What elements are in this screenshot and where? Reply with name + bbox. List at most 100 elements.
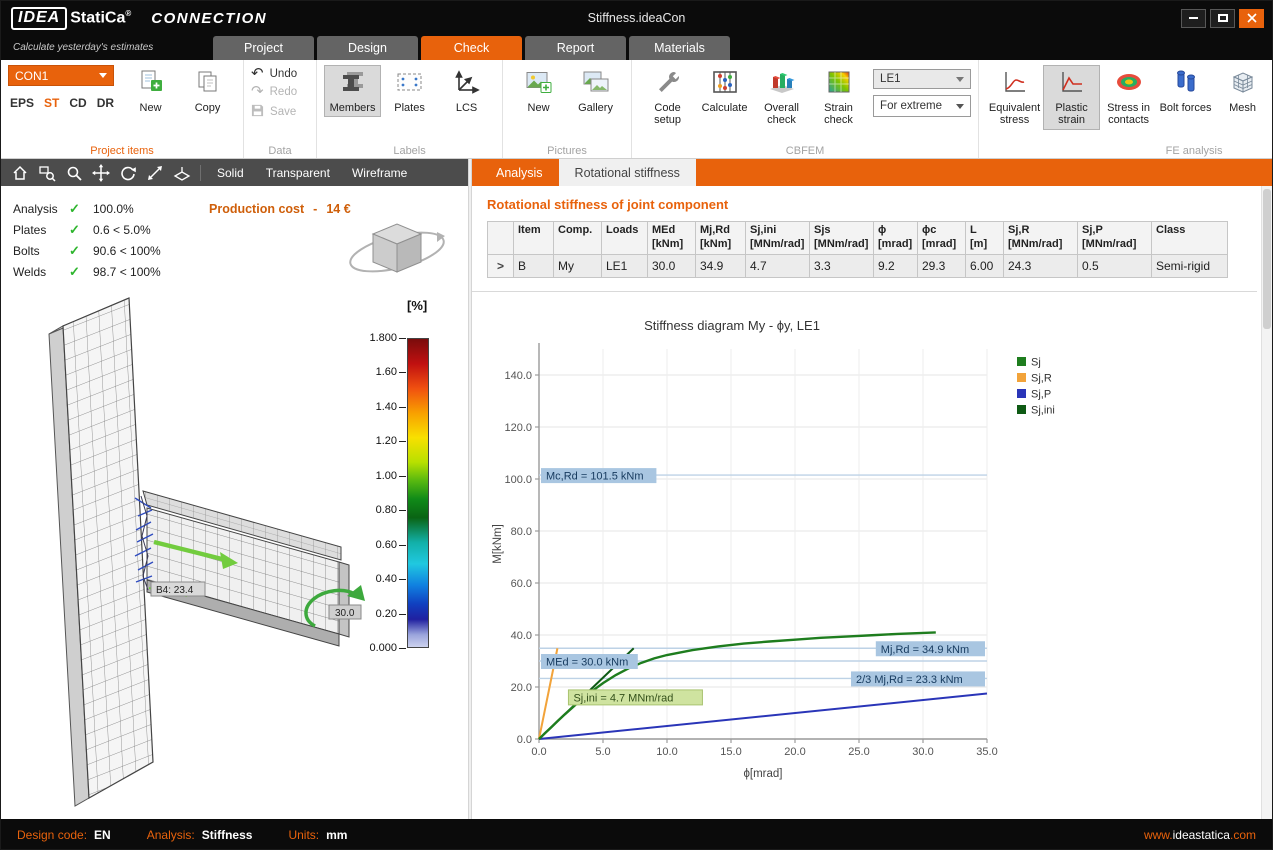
undo-button[interactable]: ↶ Undo <box>251 68 309 80</box>
svg-text:140.0: 140.0 <box>504 370 532 382</box>
gallery-button[interactable]: Gallery <box>567 65 624 117</box>
ribbon-group-labels: Members Plates LCS Labels <box>317 60 503 158</box>
calculate-button[interactable]: Calculate <box>696 65 753 117</box>
plates-toggle[interactable]: Plates <box>381 65 438 117</box>
redo-button[interactable]: ↷ Redo <box>251 86 309 98</box>
zoom-window-icon <box>38 164 56 182</box>
work-plane-button[interactable] <box>169 161 194 184</box>
tab-materials[interactable]: Materials <box>629 36 730 60</box>
model-canvas[interactable]: Analysis ✓ 100.0% Plates ✓ 0.6 < 5.0% Bo… <box>1 186 468 819</box>
svg-text:Sj,P: Sj,P <box>1031 388 1051 400</box>
row-expander[interactable]: > <box>488 254 514 277</box>
mode-dr[interactable]: DR <box>97 96 114 110</box>
extreme-selector[interactable]: For extreme <box>873 95 971 117</box>
new-item-button[interactable]: New <box>122 65 179 117</box>
ribbon-group-data: ↶ Undo ↷ Redo Save Data <box>244 60 317 158</box>
viewport-3d: Solid Transparent Wireframe Analysis ✓ 1… <box>1 159 468 819</box>
code-setup-button[interactable]: Code setup <box>639 65 696 130</box>
titlebar: IDEA StatiCa® CONNECTION Stiffness.ideaC… <box>1 1 1272 35</box>
save-button[interactable]: Save <box>251 104 309 120</box>
display-mode-wireframe[interactable]: Wireframe <box>342 163 417 183</box>
strain-check-button[interactable]: Strain check <box>810 65 867 130</box>
section-title: Rotational stiffness of joint component <box>487 197 1257 212</box>
pan-icon <box>92 164 110 182</box>
lcs-toggle[interactable]: LCS <box>438 65 495 117</box>
product-name: CONNECTION <box>151 10 267 27</box>
fit-icon <box>146 164 164 182</box>
svg-text:40.0: 40.0 <box>511 630 532 642</box>
minimize-button[interactable] <box>1181 9 1206 28</box>
mode-st[interactable]: ST <box>44 96 59 110</box>
chevron-down-icon <box>956 104 964 109</box>
vertical-scrollbar[interactable] <box>1261 186 1272 819</box>
load-case-selector[interactable]: LE1 <box>873 69 971 89</box>
mode-cd[interactable]: CD <box>69 96 86 110</box>
svg-text:M[kNm]: M[kNm] <box>492 524 504 564</box>
svg-text:Sj: Sj <box>1031 356 1041 368</box>
tab-check[interactable]: Check <box>421 36 522 60</box>
mesh-button[interactable]: Mesh <box>1214 65 1271 117</box>
plastic-strain-icon <box>1059 69 1085 99</box>
column-mesh <box>49 298 153 806</box>
close-button[interactable] <box>1239 9 1264 28</box>
website-link[interactable]: www.ideastatica.com <box>1144 828 1256 842</box>
svg-text:80.0: 80.0 <box>511 526 532 538</box>
close-icon <box>1247 13 1257 23</box>
group-caption-data: Data <box>244 145 316 157</box>
tab-project[interactable]: Project <box>213 36 314 60</box>
zoom-window-button[interactable] <box>34 161 59 184</box>
minimize-icon <box>1189 17 1198 19</box>
svg-text:Mj,Rd = 34.9 kNm: Mj,Rd = 34.9 kNm <box>881 643 969 655</box>
zoom-fit-button[interactable] <box>142 161 167 184</box>
stress-contacts-icon <box>1115 69 1143 99</box>
display-mode-transparent[interactable]: Transparent <box>256 163 340 183</box>
plastic-strain-button[interactable]: Plastic strain <box>1043 65 1100 130</box>
tab-analysis[interactable]: Analysis <box>480 159 559 186</box>
overall-check-button[interactable]: Overall check <box>753 65 810 130</box>
nav-tabstrip: Calculate yesterday's estimates Project … <box>1 35 1272 60</box>
zoom-button[interactable] <box>61 161 86 184</box>
plates-icon <box>396 69 424 99</box>
tab-design[interactable]: Design <box>317 36 418 60</box>
svg-text:100.0: 100.0 <box>504 474 532 486</box>
home-view-button[interactable] <box>7 161 32 184</box>
display-mode-solid[interactable]: Solid <box>207 163 254 183</box>
members-toggle[interactable]: Members <box>324 65 381 117</box>
stress-contacts-button[interactable]: Stress in contacts <box>1100 65 1157 130</box>
tab-rotational-stiffness[interactable]: Rotational stiffness <box>559 159 696 186</box>
abacus-icon <box>711 69 739 99</box>
statusbar: Design code: EN Analysis: Stiffness Unit… <box>1 819 1272 850</box>
tab-report[interactable]: Report <box>525 36 626 60</box>
pan-button[interactable] <box>88 161 113 184</box>
mode-eps[interactable]: EPS <box>10 96 34 110</box>
undo-icon: ↶ <box>251 68 264 80</box>
toolbar-separator <box>200 165 201 181</box>
save-icon <box>251 104 264 120</box>
svg-text:60.0: 60.0 <box>511 578 532 590</box>
view-cube[interactable] <box>347 224 448 279</box>
picture-new-button[interactable]: New <box>510 65 567 117</box>
copy-item-button[interactable]: Copy <box>179 65 236 117</box>
bolt-forces-button[interactable]: Bolt forces <box>1157 65 1214 117</box>
maximize-button[interactable] <box>1210 9 1235 28</box>
status-design-code: Design code: EN <box>17 828 111 842</box>
connection-selector[interactable]: CON1 <box>8 65 114 86</box>
group-caption-fe-analysis: FE analysis <box>979 145 1273 157</box>
chart-title: Stiffness diagram My - ϕy, LE1 <box>487 318 1127 333</box>
svg-text:30.0: 30.0 <box>335 608 355 619</box>
ribbon-group-pictures: New Gallery Pictures <box>503 60 632 158</box>
chevron-down-icon <box>956 77 964 82</box>
svg-text:15.0: 15.0 <box>720 746 741 758</box>
rotate-view-button[interactable] <box>115 161 140 184</box>
scrollbar-thumb[interactable] <box>1263 189 1271 329</box>
maximize-icon <box>1218 14 1228 22</box>
equivalent-stress-icon <box>1002 69 1028 99</box>
strain-check-icon <box>826 69 852 99</box>
gallery-icon <box>582 69 610 99</box>
ribbon: CON1 EPS ST CD DR New <box>1 60 1272 159</box>
logo-idea: IDEA <box>11 7 67 30</box>
equivalent-stress-button[interactable]: Equivalent stress <box>986 65 1043 130</box>
status-analysis-type: Analysis: Stiffness <box>147 828 253 842</box>
svg-text:5.0: 5.0 <box>595 746 610 758</box>
model-3d-view[interactable]: B4: 23.4 30.0 <box>1 186 468 817</box>
